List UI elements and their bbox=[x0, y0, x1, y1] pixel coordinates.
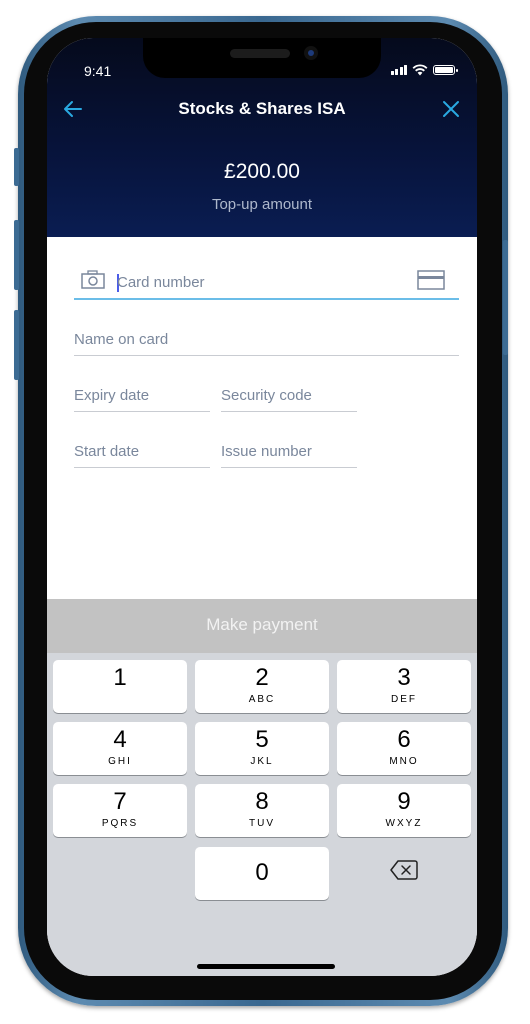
key-letters: JKL bbox=[250, 756, 274, 767]
topup-amount-label: Top-up amount bbox=[211, 196, 313, 213]
key-letters: TUV bbox=[249, 818, 275, 829]
wifi-icon bbox=[412, 64, 428, 76]
expiry-date-placeholder: Expiry date bbox=[74, 387, 150, 404]
key-digit: 3 bbox=[397, 664, 411, 691]
mute-switch bbox=[14, 148, 19, 186]
key-5[interactable]: 5 JKL bbox=[195, 722, 329, 775]
name-on-card-placeholder: Name on card bbox=[74, 331, 169, 348]
backspace-icon[interactable] bbox=[389, 858, 419, 882]
volume-up-button bbox=[14, 220, 19, 290]
close-icon[interactable] bbox=[439, 97, 463, 121]
signal-icon bbox=[390, 65, 407, 75]
security-code-placeholder: Security code bbox=[221, 387, 312, 404]
key-letters: WXYZ bbox=[385, 818, 423, 829]
start-date-placeholder: Start date bbox=[74, 443, 140, 460]
key-digit: 1 bbox=[113, 664, 127, 691]
front-camera bbox=[304, 46, 318, 60]
key-9[interactable]: 9 WXYZ bbox=[337, 784, 471, 837]
topup-amount-value: £200.00 bbox=[224, 160, 300, 183]
status-time: 9:41 bbox=[84, 63, 112, 79]
key-4[interactable]: 4 GHI bbox=[53, 722, 187, 775]
numeric-keypad: 1 2 ABC 3 DEF 4 GHI 5 JKL 6 MNO 7 PQRS 8… bbox=[47, 653, 477, 976]
key-letters: MNO bbox=[389, 756, 419, 767]
issue-number-placeholder: Issue number bbox=[221, 443, 312, 460]
key-6[interactable]: 6 MNO bbox=[337, 722, 471, 775]
notch bbox=[143, 38, 381, 78]
home-indicator bbox=[197, 964, 335, 969]
security-code-input[interactable]: Security code bbox=[221, 384, 357, 412]
make-payment-button[interactable]: Make payment bbox=[47, 599, 477, 653]
key-letters: DEF bbox=[391, 694, 417, 705]
name-on-card-input[interactable]: Name on card bbox=[74, 328, 459, 356]
card-number-placeholder: Card number bbox=[117, 274, 205, 291]
key-letters: ABC bbox=[248, 694, 276, 705]
key-letters: PQRS bbox=[101, 818, 139, 829]
key-digit: 2 bbox=[255, 664, 269, 691]
card-number-input[interactable]: Card number bbox=[74, 270, 459, 300]
key-digit: 0 bbox=[255, 859, 269, 886]
start-date-input[interactable]: Start date bbox=[74, 440, 210, 468]
card-form: Card number Name on card Expiry date Sec… bbox=[47, 237, 477, 599]
screen: 9:41 Stocks & Shares ISA £200.00 Top-up … bbox=[47, 38, 477, 976]
key-digit: 8 bbox=[255, 788, 269, 815]
key-7[interactable]: 7 PQRS bbox=[53, 784, 187, 837]
key-letters: GHI bbox=[108, 756, 132, 767]
credit-card-icon bbox=[417, 270, 445, 290]
battery-icon bbox=[433, 65, 458, 75]
key-0[interactable]: 0 bbox=[195, 847, 329, 900]
key-1[interactable]: 1 bbox=[53, 660, 187, 713]
key-3[interactable]: 3 DEF bbox=[337, 660, 471, 713]
key-digit: 5 bbox=[255, 726, 269, 753]
power-button bbox=[503, 240, 508, 355]
key-2[interactable]: 2 ABC bbox=[195, 660, 329, 713]
key-digit: 9 bbox=[397, 788, 411, 815]
key-digit: 7 bbox=[113, 788, 127, 815]
status-icons bbox=[390, 64, 458, 76]
key-digit: 4 bbox=[113, 726, 127, 753]
camera-icon[interactable] bbox=[81, 270, 105, 290]
expiry-date-input[interactable]: Expiry date bbox=[74, 384, 210, 412]
header: 9:41 Stocks & Shares ISA £200.00 Top-up … bbox=[47, 38, 477, 237]
page-title: Stocks & Shares ISA bbox=[178, 99, 346, 118]
key-digit: 6 bbox=[397, 726, 411, 753]
key-8[interactable]: 8 TUV bbox=[195, 784, 329, 837]
speaker bbox=[230, 49, 290, 58]
volume-down-button bbox=[14, 310, 19, 380]
issue-number-input[interactable]: Issue number bbox=[221, 440, 357, 468]
